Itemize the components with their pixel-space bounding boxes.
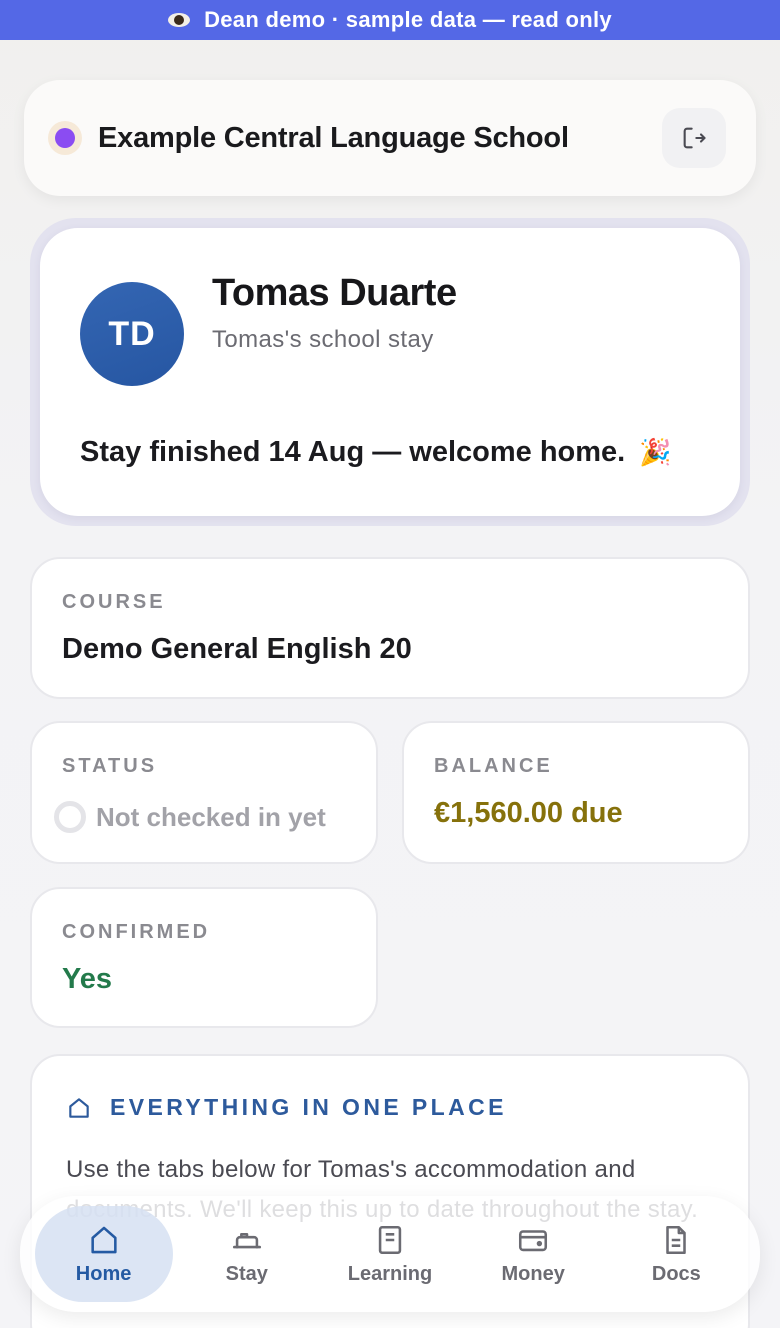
course-card: COURSE Demo General English 20	[30, 557, 750, 699]
bottom-tab-bar: Home Stay Learning Money Docs	[20, 1196, 760, 1312]
course-label: COURSE	[62, 591, 166, 613]
status-value: Not checked in yet	[96, 801, 326, 832]
balance-card: BALANCE €1,560.00 due	[402, 721, 750, 864]
status-ring-icon	[54, 801, 86, 833]
demo-banner-text: Dean demo · sample data — read only	[204, 7, 612, 32]
tab-stay-label: Stay	[225, 1262, 268, 1285]
bed-icon	[232, 1232, 261, 1248]
status-label: STATUS	[62, 755, 158, 777]
confirmed-card: CONFIRMED Yes	[30, 887, 378, 1028]
eye-icon	[168, 13, 191, 27]
confirmed-value: Yes	[62, 963, 112, 995]
avatar: TD	[80, 282, 184, 386]
course-value: Demo General English 20	[62, 633, 412, 665]
party-icon: 🎉	[639, 437, 672, 467]
tab-learning[interactable]: Learning	[321, 1206, 459, 1302]
stay-message-text: Stay finished 14 Aug — welcome home.	[80, 436, 626, 468]
status-row: Not checked in yet	[54, 801, 326, 833]
document-icon	[666, 1225, 687, 1254]
profile-card: TD Tomas Duarte Tomas's school stay Stay…	[40, 228, 740, 516]
balance-label: BALANCE	[434, 755, 553, 777]
tab-money[interactable]: Money	[464, 1206, 602, 1302]
logout-icon	[683, 127, 706, 149]
wallet-icon	[519, 1229, 548, 1251]
profile-card-frame: TD Tomas Duarte Tomas's school stay Stay…	[30, 218, 750, 526]
tab-stay[interactable]: Stay	[178, 1206, 316, 1302]
info-header: EVERYTHING IN ONE PLACE	[66, 1094, 507, 1121]
stay-message: Stay finished 14 Aug — welcome home. 🎉	[80, 436, 672, 469]
student-subtitle: Tomas's school stay	[212, 326, 434, 353]
info-title: EVERYTHING IN ONE PLACE	[110, 1094, 507, 1120]
home-icon	[90, 1226, 117, 1253]
tab-docs[interactable]: Docs	[607, 1206, 745, 1302]
status-card: STATUS Not checked in yet	[30, 721, 378, 864]
tab-docs-label: Docs	[651, 1262, 701, 1285]
school-status-dot	[48, 121, 82, 155]
home-outline-icon	[69, 1097, 89, 1118]
school-header: Example Central Language School	[24, 80, 756, 196]
school-name: Example Central Language School	[98, 121, 569, 154]
tab-learning-label: Learning	[347, 1262, 433, 1285]
logout-button[interactable]	[662, 108, 726, 168]
balance-value: €1,560.00 due	[434, 797, 623, 829]
notebook-icon	[378, 1225, 402, 1254]
tab-home-label: Home	[75, 1262, 132, 1285]
tab-money-label: Money	[501, 1262, 565, 1285]
demo-banner: Dean demo · sample data — read only	[0, 0, 780, 40]
tab-home[interactable]: Home	[34, 1206, 173, 1302]
student-name: Tomas Duarte	[212, 272, 457, 314]
confirmed-label: CONFIRMED	[62, 921, 211, 943]
